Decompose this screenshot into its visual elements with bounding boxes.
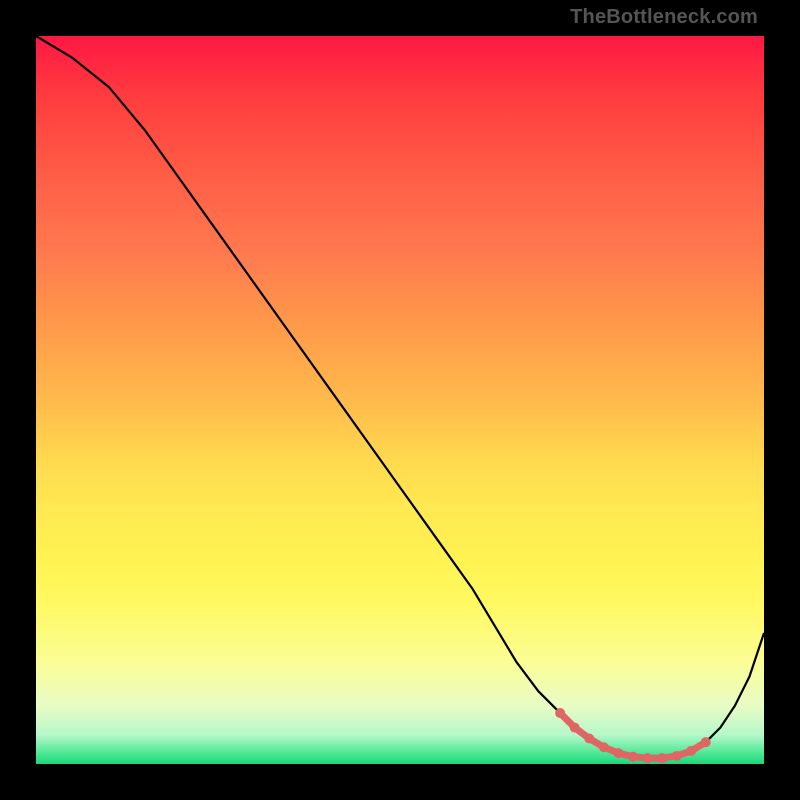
optimal-range-dot (628, 752, 638, 762)
chart-frame (36, 36, 764, 764)
optimal-range-dot (657, 753, 667, 763)
optimal-range-line (560, 713, 706, 758)
optimal-range-dot (555, 708, 565, 718)
optimal-range-dot (570, 723, 580, 733)
optimal-range-dot (686, 746, 696, 756)
optimal-range-dot (701, 737, 711, 747)
bottleneck-curve (36, 36, 764, 758)
optimal-range-dot (672, 751, 682, 761)
optimal-range-dot (613, 748, 623, 758)
optimal-range-dot (584, 734, 594, 744)
watermark-text: TheBottleneck.com (570, 6, 758, 29)
optimal-range-dot (599, 742, 609, 752)
optimal-range-dot (643, 753, 653, 763)
chart-svg (36, 36, 764, 764)
